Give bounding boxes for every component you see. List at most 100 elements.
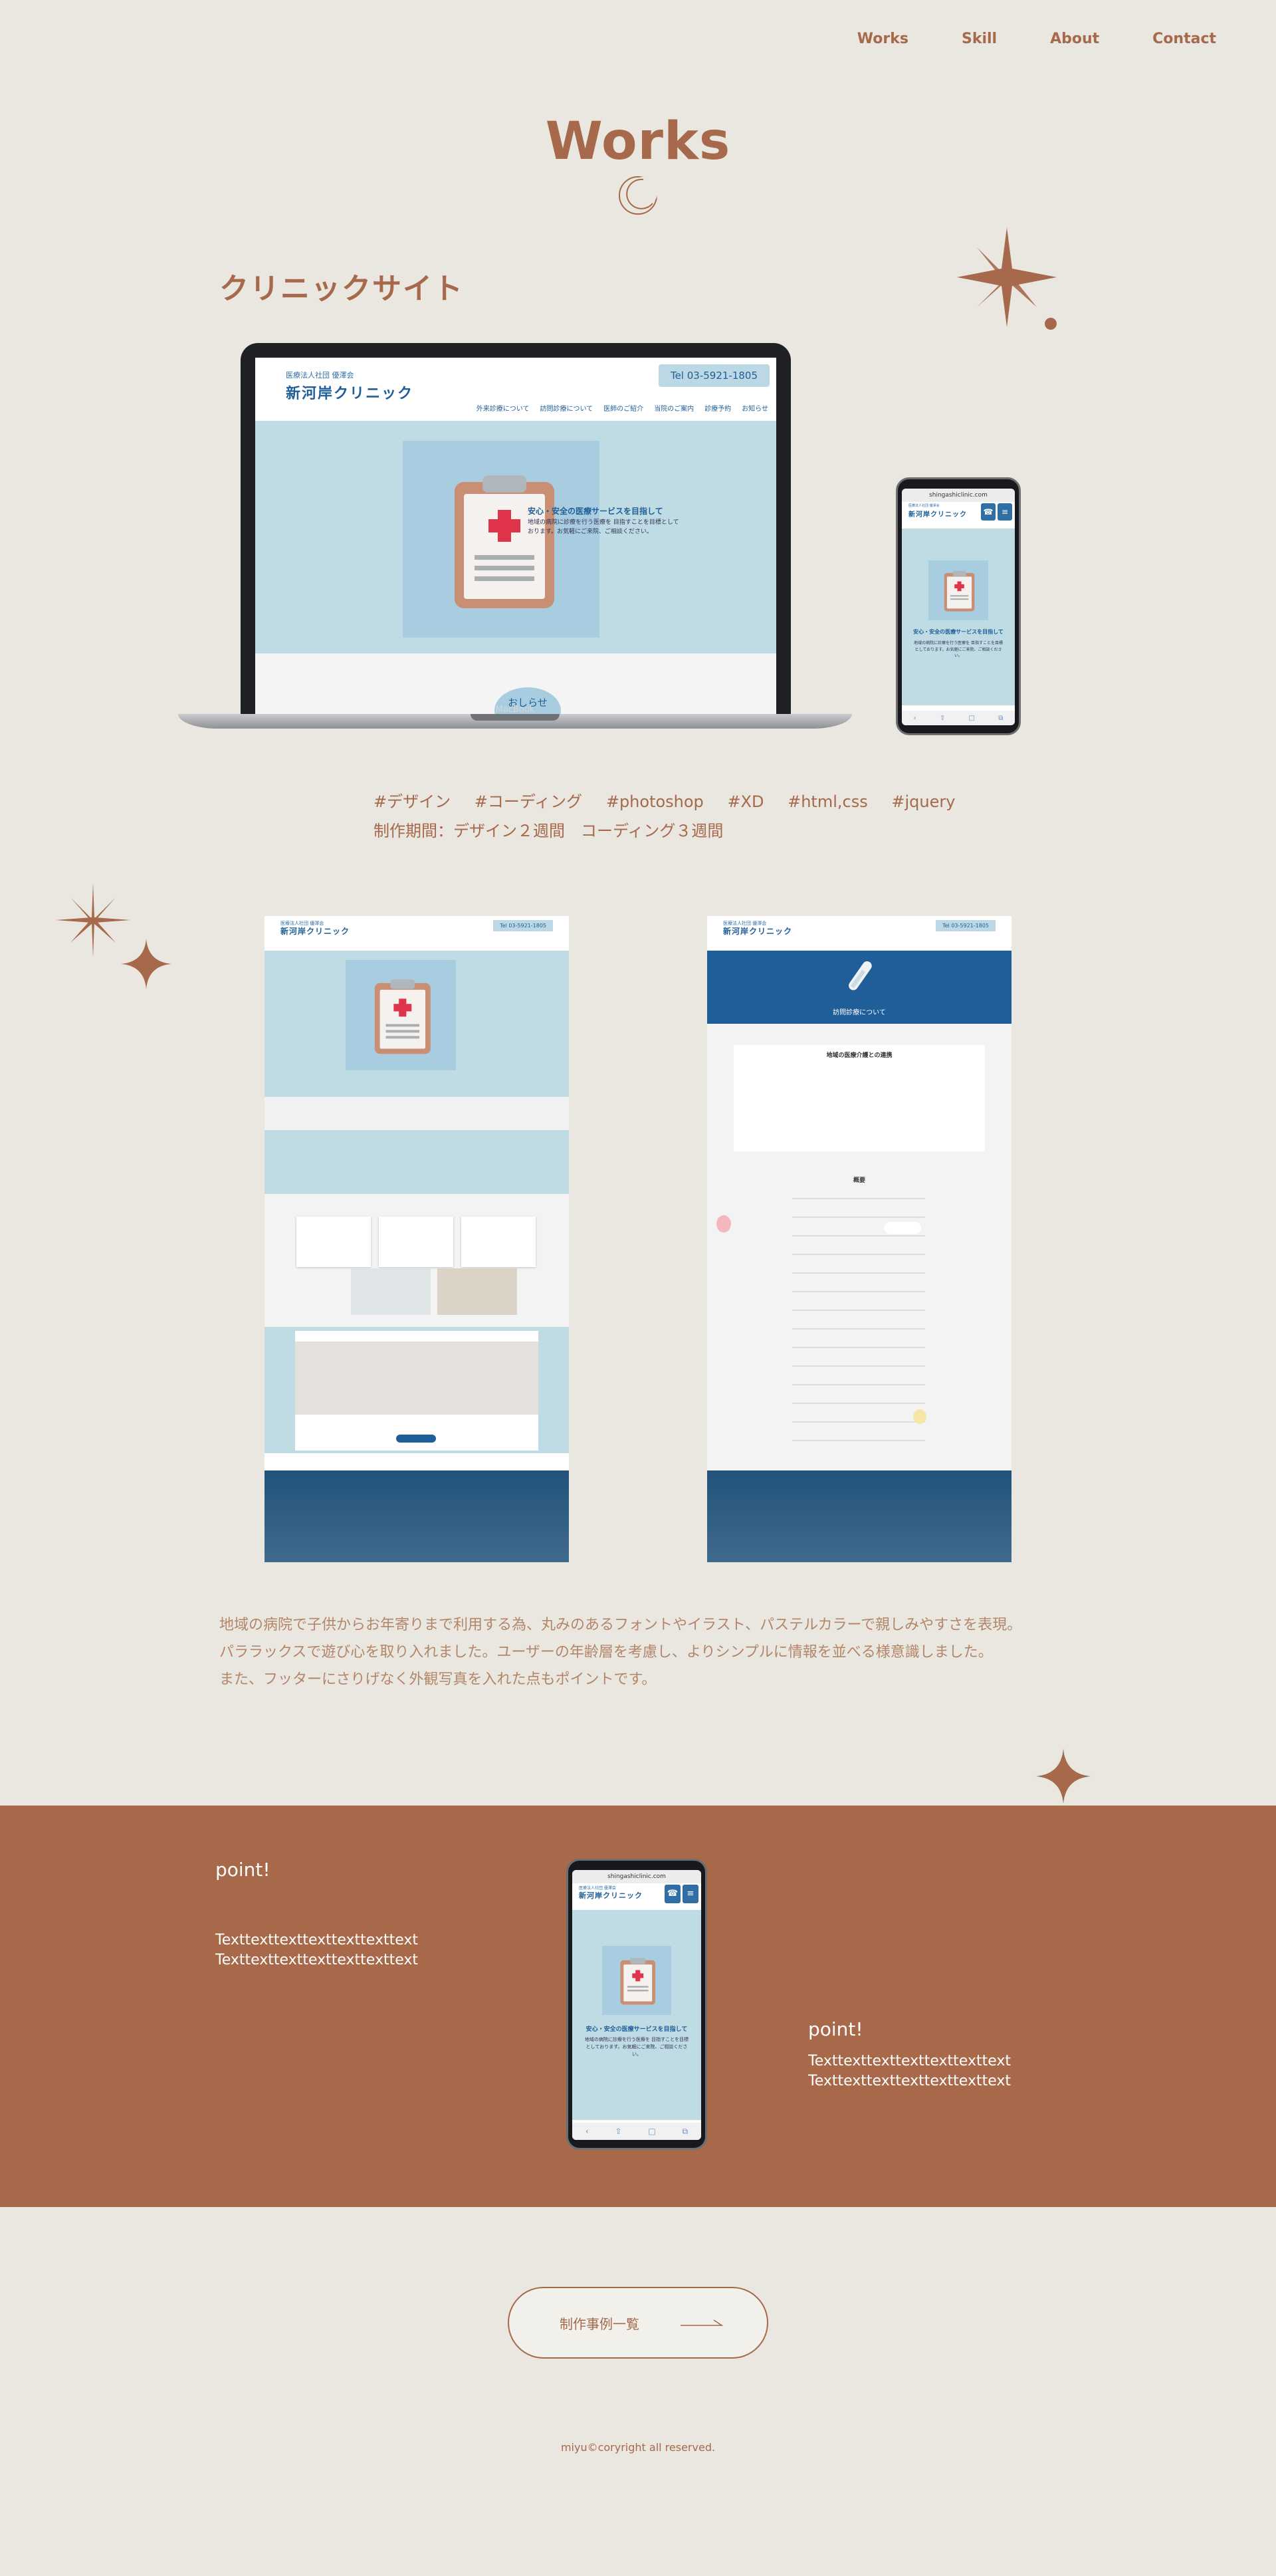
point-text-line: Texttexttexttexttexttexttext <box>808 2053 1011 2069</box>
nav-works[interactable]: Works <box>857 31 908 47</box>
phone-logo: 新河岸クリニック <box>579 1891 643 1900</box>
tag-list: #デザイン #コーディング #photoshop #XD #html,css #… <box>373 788 971 812</box>
tag: #XD <box>727 792 764 811</box>
laptop-lid: 医療法人社団 優澤会 新河岸クリニック Tel 03-5921-1805 外来診… <box>241 343 791 714</box>
mock-menu-item: 外来診療について <box>476 406 530 413</box>
back-icon[interactable]: ‹ <box>585 2127 589 2136</box>
mock-hero-card <box>403 441 599 638</box>
page-tel: Tel 03-5921-1805 <box>493 920 553 931</box>
mock-clinic-logo: 新河岸クリニック <box>286 386 414 402</box>
works-list-button[interactable]: 制作事例一覧 <box>508 2287 768 2359</box>
tag: #photoshop <box>605 792 704 811</box>
sparkle-icon <box>56 883 130 957</box>
balloon-decoration <box>913 1409 926 1424</box>
point-text: Texttexttexttexttexttexttext Texttexttex… <box>808 2051 1011 2091</box>
page-title: Works <box>545 112 731 172</box>
phone-screen: shingashiclinic.com 医療法人社団 優澤会 新河岸クリニック … <box>902 489 1015 725</box>
page-news-list <box>265 1130 569 1194</box>
phone-screen: shingashiclinic.com 医療法人社団 優澤会 新河岸クリニック … <box>572 1870 701 2140</box>
mock-menu-item: 訪問診療について <box>540 406 593 413</box>
phone-mockup: shingashiclinic.com 医療法人社団 優澤会 新河岸クリニック … <box>566 1859 707 2150</box>
work-description: 地域の病院で子供からお年寄りまで利用する為、丸みのあるフォントやイラスト、パステ… <box>219 1611 1021 1693</box>
nav-about[interactable]: About <box>1050 31 1099 47</box>
clipboard-icon <box>374 979 431 1054</box>
nav-contact[interactable]: Contact <box>1152 31 1216 47</box>
mock-header: 医療法人社団 優澤会 新河岸クリニック Tel 03-5921-1805 外来診… <box>255 358 776 421</box>
page-news-strip <box>265 1097 569 1130</box>
clipboard-icon <box>455 475 554 608</box>
nav-skill[interactable]: Skill <box>962 31 997 47</box>
point-text-line: Texttexttexttexttexttexttext <box>808 2073 1011 2089</box>
phone-icon[interactable]: ☎ <box>981 503 996 521</box>
laptop-mockup: 医療法人社団 優澤会 新河岸クリニック Tel 03-5921-1805 外来診… <box>178 343 852 735</box>
phone-header-icons: ☎ ≡ <box>981 503 1012 521</box>
page-screenshot-top: 医療法人社団 優澤会 新河岸クリニック Tel 03-5921-1805 <box>265 916 569 1562</box>
bookmark-icon[interactable]: □ <box>969 715 975 722</box>
laptop-screen: 医療法人社団 優澤会 新河岸クリニック Tel 03-5921-1805 外来診… <box>255 358 776 714</box>
phone-org-label: 医療法人社団 優澤会 <box>908 504 940 508</box>
laptop-brand: MacBook <box>495 705 535 715</box>
moon-icon <box>619 176 658 215</box>
back-icon[interactable]: ‹ <box>914 715 916 722</box>
phone-hero: 安心・安全の医療サービスを目指して 地域の病院に診療を行う医療を 目指すことを目… <box>572 1910 701 2120</box>
section-heading: クリニックサイト <box>219 272 464 306</box>
clipboard-icon <box>620 1958 656 2005</box>
page-map-button <box>396 1435 436 1443</box>
page-hero: 訪問診療について <box>707 951 1011 1024</box>
copyright: miyu©coryright all reserved. <box>560 2441 716 2454</box>
point-band: point! Texttexttexttexttexttexttext Text… <box>0 1806 1276 2207</box>
page-menu-card <box>296 1217 371 1267</box>
tag: #コーディング <box>474 792 583 811</box>
sparkle-icon <box>1035 1748 1091 1804</box>
page-menu-card <box>379 1217 453 1267</box>
page-hero-card <box>346 960 456 1070</box>
tag: #jquery <box>891 792 956 811</box>
page-tel: Tel 03-5921-1805 <box>936 920 996 931</box>
phone-hero-card <box>928 560 988 620</box>
page-footer <box>707 1470 1011 1562</box>
phone-hero-card <box>602 1946 671 2015</box>
mock-menu-item: お知らせ <box>742 406 768 413</box>
tag: #html,css <box>788 792 868 811</box>
page-screenshot-visit: 医療法人社団 優澤会 新河岸クリニック Tel 03-5921-1805 訪問診… <box>707 916 1011 1562</box>
page-map-area <box>295 1342 538 1415</box>
production-period: 制作期間：デザイン２週間 コーディング３週間 <box>373 822 724 840</box>
mock-hero-title: 安心・安全の医療サービスを目指して <box>528 507 663 516</box>
phone-hero-text: 地域の病院に診療を行う医療を 目指すことを目標としております。お気軽にご来院、ご… <box>914 641 1003 659</box>
phone-hero-title: 安心・安全の医療サービスを目指して <box>585 2026 688 2033</box>
point-text: Texttexttexttexttexttexttext Texttexttex… <box>215 1931 418 1970</box>
menu-icon[interactable]: ≡ <box>683 1885 698 1903</box>
arrow-right-icon <box>681 2319 723 2326</box>
page-header: 医療法人社団 優澤会 新河岸クリニック Tel 03-5921-1805 <box>707 916 1011 951</box>
description-line: パララックスで遊び心を取り入れました。ユーザーの年齢層を考慮し、よりシンプルに情… <box>219 1644 993 1661</box>
laptop-notch <box>471 714 560 721</box>
works-list-button-label: 制作事例一覧 <box>560 2316 639 2332</box>
page-block-title: 概要 <box>853 1177 865 1184</box>
page-intro-card: 地域の医療介護との連携 <box>734 1045 985 1151</box>
clipboard-icon <box>944 570 975 612</box>
phone-hero: 安心・安全の医療サービスを目指して 地域の病院に診療を行う医療を 目指すことを目… <box>902 528 1015 705</box>
point-heading: point! <box>808 2018 863 2040</box>
share-icon[interactable]: ⇧ <box>940 715 945 722</box>
phone-header-icons: ☎ ≡ <box>665 1885 698 1903</box>
tabs-icon[interactable]: ⧉ <box>683 2127 689 2137</box>
phone-icon[interactable]: ☎ <box>665 1885 681 1903</box>
mock-menu: 外来診療について 訪問診療について 医師のご紹介 当院のご案内 診療予約 お知ら… <box>477 403 768 413</box>
point-text-line: Texttexttexttexttexttexttext <box>215 1952 419 1968</box>
phone-url: shingashiclinic.com <box>902 489 1015 502</box>
mock-hero-text: 地域の病院に診療を行う医療を 目指すことを目標としております。お気軽にご来院、ご… <box>528 519 679 535</box>
description-line: また、フッターにさりげなく外観写真を入れた点もポイントです。 <box>219 1671 657 1688</box>
page-clinic-logo: 新河岸クリニック <box>280 927 350 936</box>
bookmark-icon[interactable]: □ <box>648 2127 655 2136</box>
phone-url: shingashiclinic.com <box>572 1870 701 1883</box>
page-footer <box>265 1470 569 1562</box>
mock-tel: Tel 03-5921-1805 <box>658 364 770 387</box>
phone-browser-bar: ‹ ⇧ □ ⧉ <box>902 711 1015 725</box>
point-text-line: Texttexttexttexttexttexttext <box>215 1932 419 1948</box>
tabs-icon[interactable]: ⧉ <box>998 715 1003 722</box>
phone-hero-title: 安心・安全の医療サービスを目指して <box>913 629 1004 635</box>
menu-icon[interactable]: ≡ <box>998 503 1012 521</box>
share-icon[interactable]: ⇧ <box>615 2127 622 2136</box>
phone-browser-bar: ‹ ⇧ □ ⧉ <box>572 2123 701 2140</box>
page-photo <box>351 1268 431 1315</box>
